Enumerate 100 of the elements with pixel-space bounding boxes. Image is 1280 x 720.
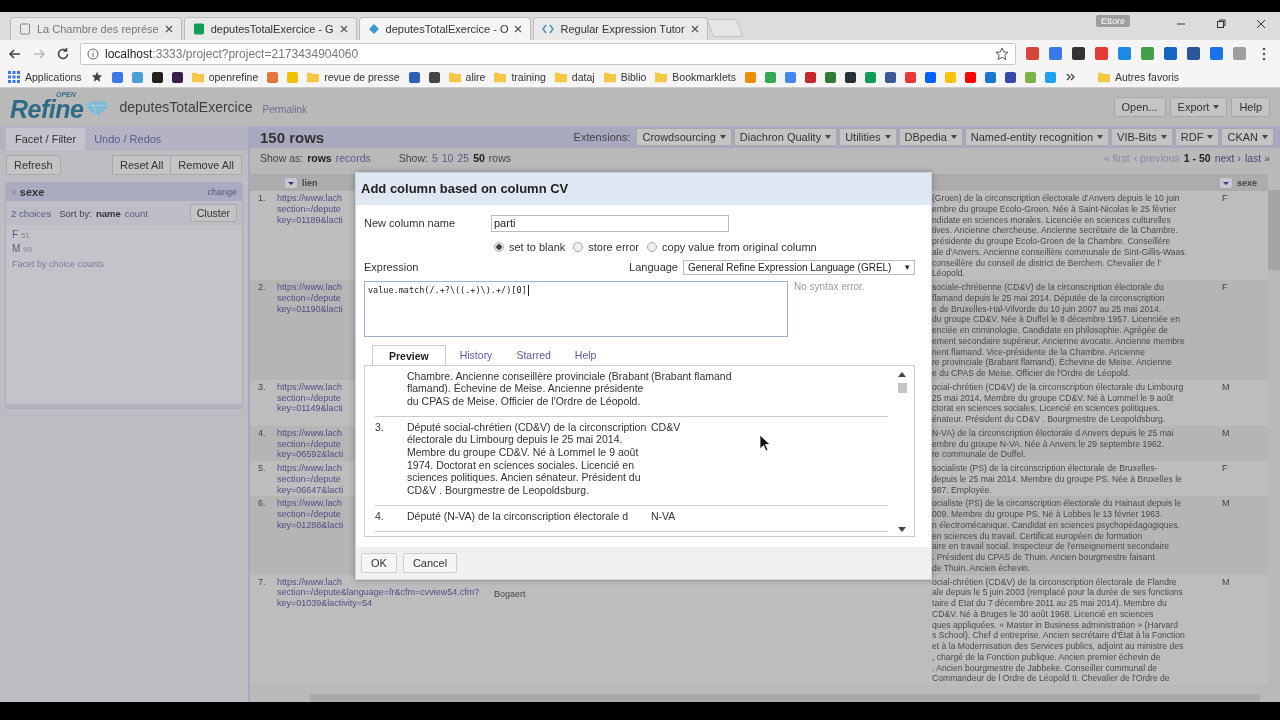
column-name-field[interactable]: parti bbox=[491, 214, 729, 232]
bookmark-folder[interactable]: openrefine bbox=[191, 71, 259, 83]
address-field[interactable]: localhost:3333/project?project=2173434904060 bbox=[80, 42, 1016, 65]
cell-text-line: re provinciale (Brabant flamand). Échevine de Meise. Ancienne bbox=[932, 357, 1173, 368]
radio-option[interactable]: copy value from original column bbox=[647, 240, 817, 253]
back-icon[interactable] bbox=[8, 46, 22, 61]
cell-text-line: ocial-chrétien (CD&V) de la circonscription électorale de Flandre bbox=[932, 576, 1178, 588]
extension-icon[interactable] bbox=[1072, 47, 1085, 60]
star-icon[interactable] bbox=[90, 71, 103, 83]
bookmark-icon[interactable] bbox=[844, 71, 856, 83]
close-icon[interactable] bbox=[339, 25, 348, 33]
page-size-option[interactable]: 50 bbox=[473, 152, 485, 164]
facet-choice[interactable]: F 51 bbox=[12, 229, 236, 240]
link-text[interactable]: key=01039&lactivity=54 bbox=[277, 598, 492, 609]
bookmark-folder[interactable]: dataj bbox=[554, 71, 595, 83]
bookmark-icon[interactable] bbox=[884, 71, 896, 83]
folder-icon bbox=[603, 71, 616, 83]
extension-menu[interactable]: DBpedia bbox=[898, 128, 963, 146]
link-text[interactable]: https://www.lach bbox=[277, 576, 492, 588]
extension-icon[interactable] bbox=[1026, 47, 1039, 60]
close-icon[interactable] bbox=[514, 25, 523, 33]
ok-button[interactable]: OK bbox=[361, 552, 397, 573]
bookmark-item[interactable]: Applications bbox=[8, 71, 82, 83]
folder-icon bbox=[448, 71, 461, 83]
dropdown-icon[interactable] bbox=[1220, 177, 1232, 188]
extension-icon[interactable] bbox=[1210, 47, 1223, 60]
extension-icon[interactable] bbox=[1164, 47, 1177, 60]
bookmark-folder[interactable]: revue de presse bbox=[307, 71, 400, 83]
extension-icon[interactable] bbox=[1187, 47, 1200, 60]
extension-menu[interactable]: VIB-Bits bbox=[1111, 128, 1173, 146]
dialog-tab[interactable]: Starred bbox=[506, 344, 561, 365]
bookmark-folder[interactable]: Bookmarklets bbox=[655, 71, 736, 83]
column-header[interactable]: sexe bbox=[1237, 177, 1258, 188]
expression-field[interactable]: value.match(/.+?\((.+)\).+/)[0] bbox=[364, 280, 788, 337]
extension-menu[interactable]: CKAN bbox=[1221, 128, 1274, 146]
browser-tab[interactable]: La Chambre des représe bbox=[10, 17, 182, 40]
extension-menu[interactable]: Crowdsourcing bbox=[636, 128, 732, 146]
folder-icon bbox=[494, 71, 507, 83]
remove-all-button[interactable]: Remove All bbox=[170, 155, 242, 175]
extension-menu[interactable]: Named-entity recognition bbox=[964, 128, 1110, 146]
extension-menu[interactable]: RDF bbox=[1174, 128, 1220, 146]
cell-text-line: s School). Chef d entreprise. Ancien secrétaire d'État à la Fonction bbox=[932, 630, 1186, 641]
bookmark-icon[interactable] bbox=[151, 71, 163, 83]
header-button[interactable]: Help bbox=[1231, 97, 1270, 117]
bookmark-icon[interactable] bbox=[1004, 71, 1016, 83]
cell-text-line: nent flamand. Vice-présidente de la Chambre. Ancienne bbox=[932, 346, 1146, 357]
radio-option[interactable]: set to blank bbox=[494, 240, 566, 253]
close-icon[interactable] bbox=[164, 25, 173, 33]
refresh-button[interactable]: Refresh bbox=[6, 155, 61, 175]
browser-tab[interactable]: deputesTotalExercice - G bbox=[183, 17, 357, 40]
dialog-tab[interactable]: Help bbox=[564, 344, 607, 365]
cancel-button[interactable]: Cancel bbox=[402, 552, 458, 573]
reload-icon[interactable] bbox=[56, 46, 70, 61]
view-mode-option[interactable]: rows bbox=[307, 152, 332, 164]
link-text[interactable]: section=/depute&language=fr&cfm=cvview54.cfm? bbox=[277, 587, 492, 598]
bookmark-folder[interactable]: alire bbox=[448, 71, 486, 83]
close-icon[interactable] bbox=[690, 25, 699, 33]
scrollbar-thumb[interactable] bbox=[310, 694, 1260, 702]
browser-tab[interactable]: deputesTotalExercice - O bbox=[358, 17, 532, 40]
header-button[interactable]: Export bbox=[1169, 97, 1228, 117]
dropdown-icon[interactable] bbox=[285, 177, 297, 188]
close-icon[interactable] bbox=[1256, 19, 1266, 29]
cell-text-line: ement secondaire supérieur. Ancienne avocate. Ancienne membre bbox=[932, 335, 1186, 347]
folder-icon bbox=[307, 71, 320, 83]
bookmark-icon[interactable] bbox=[428, 71, 440, 83]
maximize-icon[interactable] bbox=[1216, 19, 1226, 29]
extension-menu[interactable]: Utilities bbox=[839, 128, 897, 146]
bookmark-star-icon[interactable] bbox=[995, 46, 1009, 61]
reset-all-button[interactable]: Reset All bbox=[111, 155, 171, 175]
sort-option[interactable]: name bbox=[95, 207, 121, 219]
next-page-link[interactable]: next › bbox=[1214, 152, 1241, 164]
project-name[interactable]: deputesTotalExercice bbox=[119, 99, 253, 115]
bookmark-folder[interactable]: Autres favoris bbox=[1097, 71, 1180, 83]
scroll-up-icon[interactable] bbox=[898, 371, 906, 377]
sort-option[interactable]: count bbox=[124, 207, 148, 219]
cluster-button[interactable]: Cluster bbox=[189, 204, 237, 222]
language-dropdown[interactable]: General Refine Expression Language (GREL) ▾ bbox=[683, 259, 915, 275]
row-number: 2. bbox=[257, 281, 267, 294]
scroll-down-icon[interactable] bbox=[898, 526, 906, 532]
browser-tab[interactable]: Regular Expression Tutor bbox=[533, 17, 708, 40]
panel-tab[interactable]: Facet / Filter bbox=[6, 128, 86, 150]
scrollbar-thumb[interactable] bbox=[1268, 190, 1280, 270]
bookmark-folder[interactable]: Biblio bbox=[603, 71, 647, 83]
folder-icon bbox=[191, 71, 204, 83]
double-chevron-icon[interactable] bbox=[1064, 71, 1077, 83]
row-number: 7. bbox=[257, 575, 267, 589]
last-page-link[interactable]: last » bbox=[1244, 152, 1270, 164]
row-number: 4. bbox=[375, 509, 384, 522]
bookmark-folder[interactable]: training bbox=[494, 71, 546, 83]
radio-option[interactable]: store error bbox=[573, 240, 639, 253]
menu-icon[interactable] bbox=[1262, 46, 1266, 61]
column-header[interactable]: lien bbox=[302, 177, 318, 188]
scrollbar-thumb[interactable] bbox=[897, 382, 907, 393]
bookmark-icon[interactable] bbox=[171, 71, 183, 83]
dialog-tab[interactable]: Preview bbox=[372, 344, 446, 366]
extension-menu[interactable]: Diachron Quality bbox=[733, 128, 838, 146]
header-button[interactable]: Open... bbox=[1113, 97, 1166, 117]
table-cell-text: F bbox=[1221, 281, 1229, 294]
dialog-tab[interactable]: History bbox=[449, 344, 503, 365]
row-number: 4. bbox=[257, 426, 267, 440]
